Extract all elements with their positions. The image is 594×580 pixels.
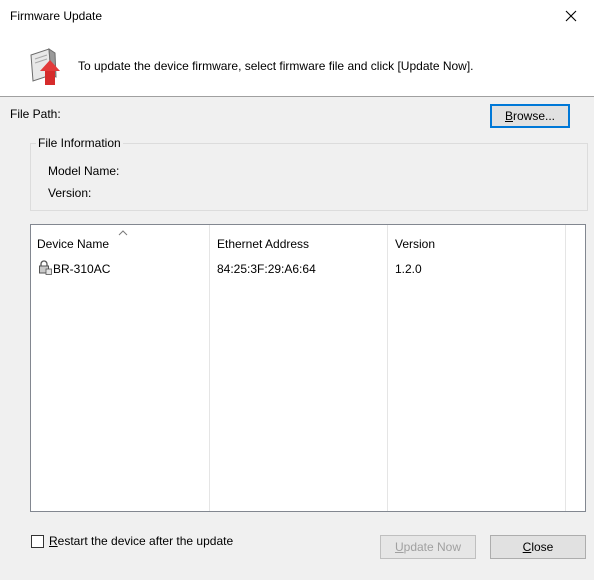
sort-ascending-icon: [118, 230, 128, 236]
column-separator: [387, 225, 388, 511]
header-banner: To update the device firmware, select fi…: [0, 32, 594, 97]
update-now-label: Update Now: [394, 540, 462, 554]
file-information-legend: File Information: [36, 136, 123, 150]
close-window-button[interactable]: [548, 0, 594, 32]
window-title: Firmware Update: [10, 9, 103, 23]
close-icon: [565, 10, 577, 22]
locked-printer-icon: [39, 260, 52, 275]
column-separator: [565, 225, 566, 511]
close-label: Close: [522, 540, 554, 554]
device-name-cell: BR-310AC: [53, 262, 111, 276]
model-name-label: Model Name:: [48, 164, 120, 178]
device-list[interactable]: Device Name Ethernet Address Version BR-…: [30, 224, 586, 512]
restart-device-label[interactable]: Restart the device after the update: [49, 534, 233, 548]
restart-device-checkbox[interactable]: [31, 535, 44, 548]
column-separator: [209, 225, 210, 511]
update-now-button[interactable]: Update Now: [380, 535, 476, 559]
firmware-update-icon: [30, 48, 60, 85]
firmware-update-dialog: Firmware Update To update the device fir…: [0, 0, 594, 580]
browse-button[interactable]: Browse...: [490, 104, 570, 128]
instruction-text: To update the device firmware, select fi…: [78, 59, 474, 73]
column-header-version[interactable]: Version: [395, 237, 435, 251]
version-cell: 1.2.0: [395, 262, 422, 276]
column-header-ethernet-address[interactable]: Ethernet Address: [217, 237, 309, 251]
close-button[interactable]: Close: [490, 535, 586, 559]
version-label: Version:: [48, 186, 92, 200]
title-bar: Firmware Update: [0, 0, 594, 32]
file-path-label: File Path:: [10, 107, 61, 121]
browse-label: Browse...: [504, 109, 556, 123]
ethernet-address-cell: 84:25:3F:29:A6:64: [217, 262, 316, 276]
column-header-device-name[interactable]: Device Name: [37, 237, 109, 251]
